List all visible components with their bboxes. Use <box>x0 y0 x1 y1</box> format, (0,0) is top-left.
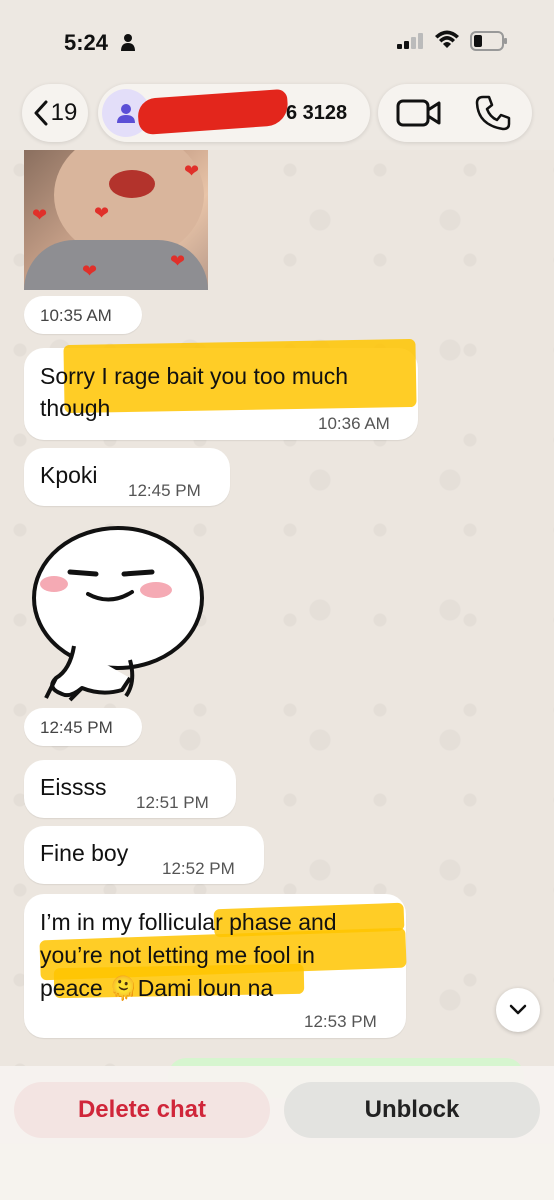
heart-sticker: ❤ <box>170 251 186 271</box>
message-bubble[interactable]: Fine boy 12:52 PM <box>24 826 264 884</box>
message-time: 10:35 AM <box>40 306 112 325</box>
chat-header: 19 6 3128 <box>0 80 554 152</box>
message-text: though <box>40 395 111 421</box>
status-bar: 5:24 <box>0 0 554 80</box>
message-text: I’m in my follicular phase and <box>40 909 337 935</box>
signal-icon <box>397 33 423 49</box>
message-text: Fine boy <box>40 840 129 866</box>
message-time: 10:36 AM <box>318 414 390 433</box>
blocked-contact-bar: Delete chat Unblock <box>0 1066 554 1200</box>
message-text: Kpoki <box>40 462 98 488</box>
heart-sticker: ❤ <box>82 261 98 281</box>
unread-count: 19 <box>50 99 78 126</box>
sticker-message[interactable] <box>26 520 210 706</box>
message-text: you’re not letting me fool in <box>40 942 315 968</box>
sticker-timestamp-bubble: 12:45 PM <box>24 708 142 746</box>
message-bubble[interactable]: Kpoki 12:45 PM <box>24 448 230 506</box>
battery-icon <box>470 31 507 51</box>
phone-icon[interactable] <box>474 94 512 132</box>
image-message[interactable]: ❤ ❤ ❤ ❤ ❤ <box>24 150 208 290</box>
message-bubble[interactable]: Sorry I rage bait you too much though 10… <box>24 338 418 440</box>
contact-name: 6 3128 <box>286 102 348 124</box>
message-time: 12:45 PM <box>128 481 201 500</box>
delete-chat-button[interactable]: Delete chat <box>14 1082 270 1138</box>
heart-sticker: ❤ <box>32 205 48 225</box>
chevron-down-icon <box>509 1004 527 1015</box>
message-time: 12:53 PM <box>304 1012 377 1031</box>
person-icon <box>121 34 135 51</box>
call-buttons <box>378 84 532 142</box>
message-time: 12:52 PM <box>162 859 235 878</box>
heart-sticker: ❤ <box>184 161 200 181</box>
message-bubble[interactable]: I’m in my follicular phase and you’re no… <box>24 894 407 1038</box>
back-button[interactable]: 19 <box>22 84 88 142</box>
image-timestamp-bubble: 10:35 AM <box>24 296 142 334</box>
message-text: Sorry I rage bait you too much <box>40 363 349 389</box>
unblock-button[interactable]: Unblock <box>284 1082 540 1138</box>
avatar-icon <box>117 104 135 123</box>
message-time: 12:51 PM <box>136 793 209 812</box>
heart-sticker: ❤ <box>94 203 110 223</box>
contact-info-button[interactable]: 6 3128 <box>98 84 370 142</box>
status-time: 5:24 <box>64 30 109 55</box>
message-bubble[interactable]: Eissss 12:51 PM <box>24 760 236 818</box>
message-text: peace 🫠Dami loun na <box>40 975 274 1001</box>
video-icon[interactable] <box>396 96 442 130</box>
message-time: 12:45 PM <box>40 718 113 737</box>
scroll-to-bottom-button[interactable] <box>496 988 540 1032</box>
message-text: Eissss <box>40 774 107 800</box>
redaction-scribble <box>136 88 290 136</box>
wifi-icon <box>435 30 459 48</box>
chevron-left-icon <box>34 100 48 126</box>
